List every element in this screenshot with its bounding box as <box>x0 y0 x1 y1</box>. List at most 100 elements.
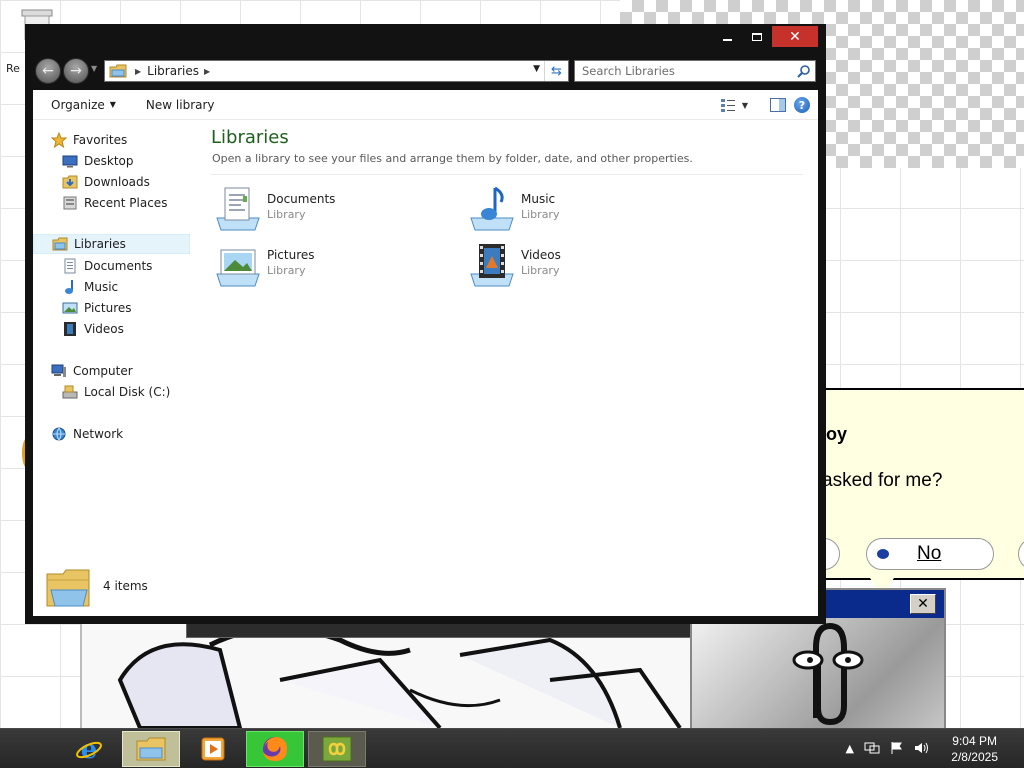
nav-pictures[interactable]: Pictures <box>62 298 132 318</box>
status-bar: 4 items <box>33 560 818 616</box>
clippy-close-button[interactable]: ✕ <box>910 594 936 614</box>
videos-icon <box>64 322 76 336</box>
hard-drive-icon <box>62 385 78 399</box>
clock-time: 9:04 PM <box>952 734 997 748</box>
library-item-documents[interactable]: Documents Library <box>213 184 453 236</box>
nav-downloads[interactable]: Downloads <box>62 172 150 192</box>
taskbar-green-app[interactable] <box>308 731 366 767</box>
arrow-right-icon: → <box>70 63 82 79</box>
search-icon[interactable] <box>797 64 811 78</box>
desktop-icon-label[interactable]: Re <box>6 62 20 75</box>
change-view-icon[interactable] <box>720 98 736 112</box>
network-icon <box>52 427 66 441</box>
library-name: Documents <box>267 192 336 206</box>
nav-videos[interactable]: Videos <box>62 319 124 339</box>
preview-pane-icon[interactable] <box>770 98 786 112</box>
close-icon: ✕ <box>789 28 801 45</box>
nav-libraries[interactable]: Libraries <box>33 234 190 254</box>
library-name: Pictures <box>267 248 315 262</box>
clock-date: 2/8/2025 <box>951 750 998 764</box>
clippy-option-button[interactable] <box>1018 538 1024 570</box>
media-player-icon <box>201 737 225 761</box>
pictures-icon <box>62 302 78 314</box>
page-title: Libraries <box>211 127 289 148</box>
library-item-music[interactable]: Music Library <box>467 184 707 236</box>
nav-local-disk[interactable]: Local Disk (C:) <box>62 382 170 402</box>
nav-computer[interactable]: Computer <box>51 361 133 381</box>
volume-icon[interactable] <box>914 741 930 755</box>
nav-label: Downloads <box>84 175 150 189</box>
music-icon <box>65 280 73 294</box>
infinity-app-icon <box>322 736 352 762</box>
chevron-down-icon: ▼ <box>109 100 116 109</box>
command-bar: Organize ▼ New library ▼ ? <box>33 90 818 120</box>
library-type: Library <box>267 208 306 221</box>
downloads-folder-icon <box>62 175 78 189</box>
forward-button[interactable]: → <box>63 58 89 84</box>
address-bar[interactable]: ▶ Libraries ▶ ▼ ⇆ <box>104 60 569 82</box>
taskbar: e ▲ 9:04 PM 2/8/2025 <box>0 728 1024 768</box>
nav-label: Network <box>73 427 124 441</box>
taskbar-firefox[interactable] <box>246 731 304 767</box>
clippy-question: asked for me? <box>822 470 943 491</box>
network-status-icon[interactable] <box>864 741 880 755</box>
search-box[interactable]: Search Libraries <box>574 60 816 82</box>
documents-icon <box>64 258 76 274</box>
nav-favorites[interactable]: Favorites <box>51 130 127 150</box>
new-library-button[interactable]: New library <box>146 98 215 112</box>
view-options-dropdown[interactable]: ▼ <box>742 101 748 110</box>
flag-icon[interactable] <box>890 741 904 755</box>
breadcrumb-libraries[interactable]: Libraries <box>147 64 199 78</box>
star-icon <box>51 132 67 148</box>
nav-label: Music <box>84 280 119 294</box>
library-name: Videos <box>521 248 561 262</box>
organize-label: Organize <box>51 97 105 112</box>
navigation-pane: Favorites Desktop Downloads Recent Place… <box>33 121 190 561</box>
help-icon[interactable]: ? <box>794 97 810 113</box>
nav-music[interactable]: Music <box>62 277 118 297</box>
computer-icon <box>51 364 66 377</box>
nav-desktop[interactable]: Desktop <box>62 151 134 171</box>
library-type: Library <box>267 264 306 277</box>
clippy-no-button[interactable]: No <box>866 538 994 570</box>
nav-documents[interactable]: Documents <box>62 256 152 276</box>
clippy-paperclip-icon[interactable] <box>778 618 868 728</box>
clock[interactable]: 9:04 PM 2/8/2025 <box>951 733 998 765</box>
nav-network[interactable]: Network <box>51 424 123 444</box>
breadcrumb-separator[interactable]: ▶ <box>135 67 141 76</box>
clippy-title: oy <box>826 424 848 444</box>
nav-recent-places[interactable]: Recent Places <box>62 193 167 213</box>
page-subtitle: Open a library to see your files and arr… <box>212 152 693 165</box>
nav-label: Videos <box>84 322 124 336</box>
nav-label: Recent Places <box>84 196 168 210</box>
music-library-icon <box>470 186 514 231</box>
library-item-pictures[interactable]: Pictures Library <box>213 240 453 292</box>
taskbar-file-explorer[interactable] <box>122 731 180 767</box>
organize-menu[interactable]: Organize ▼ <box>51 98 116 112</box>
taskbar-internet-explorer[interactable]: e <box>66 731 112 767</box>
explorer-content: Organize ▼ New library ▼ ? Favorites Des… <box>33 90 818 616</box>
system-tray: ▲ <box>846 741 930 755</box>
libraries-icon <box>52 237 68 251</box>
nav-label: Computer <box>73 364 133 378</box>
documents-library-icon <box>216 187 260 231</box>
bullet-icon <box>877 549 889 559</box>
recent-locations-dropdown[interactable]: ▼ <box>91 64 97 73</box>
nav-label: Desktop <box>84 154 134 168</box>
arrow-left-icon: ← <box>42 63 54 79</box>
nav-label: Local Disk (C:) <box>84 385 171 399</box>
address-history-dropdown[interactable]: ▼ <box>533 64 540 74</box>
internet-explorer-icon: e <box>76 735 102 764</box>
refresh-button[interactable]: ⇆ <box>544 61 568 81</box>
search-placeholder: Search Libraries <box>582 64 675 78</box>
close-button[interactable]: ✕ <box>772 26 818 47</box>
breadcrumb-separator[interactable]: ▶ <box>204 67 210 76</box>
nav-label: Libraries <box>74 237 126 251</box>
taskbar-media-player[interactable] <box>190 731 236 767</box>
maximize-button[interactable] <box>742 26 772 47</box>
libraries-folder-icon <box>46 569 90 607</box>
back-button[interactable]: ← <box>35 58 61 84</box>
chevron-up-icon[interactable]: ▲ <box>846 742 854 755</box>
minimize-button[interactable] <box>712 26 742 47</box>
library-item-videos[interactable]: Videos Library <box>467 240 707 292</box>
